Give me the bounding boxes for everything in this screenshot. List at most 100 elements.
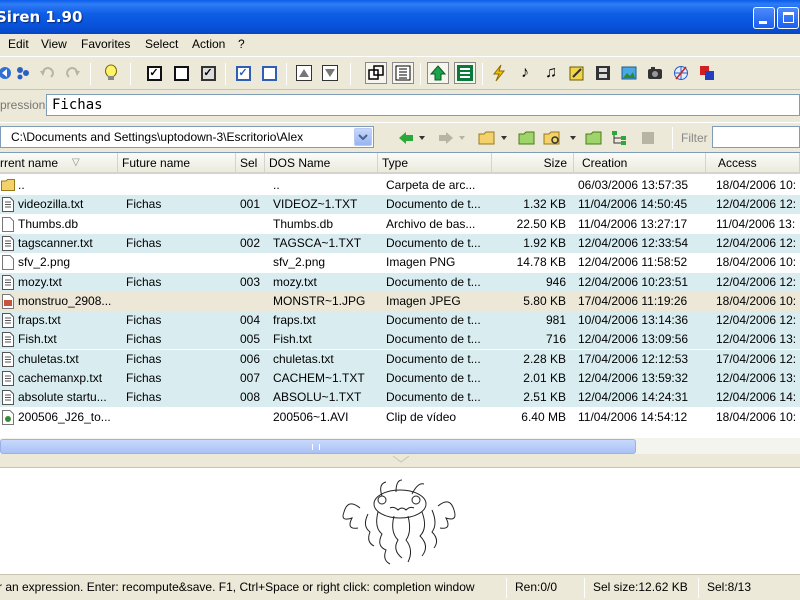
cell-future: Fichas: [126, 197, 162, 212]
lightning-button[interactable]: [488, 62, 510, 84]
cell-current: fraps.txt: [18, 313, 61, 328]
image-button[interactable]: [618, 62, 640, 84]
uncheck-all-button[interactable]: [170, 62, 192, 84]
table-row[interactable]: 200506_J26_to... 200506~1.AVI Clip de víde…: [0, 408, 800, 427]
cell-access: 18/04/2006 10:: [716, 255, 797, 270]
move-up-button[interactable]: [293, 62, 315, 84]
music-notes-button[interactable]: ♫: [540, 62, 562, 84]
toolbar-separator: [225, 63, 226, 85]
music-note-button[interactable]: ♪: [514, 62, 536, 84]
recompute-button[interactable]: [365, 62, 387, 84]
expression-input[interactable]: [46, 94, 800, 116]
table-row[interactable]: videozilla.txt Fichas 001 VIDEOZ~1.TXT Docum…: [0, 195, 800, 215]
maximize-button[interactable]: [777, 7, 799, 29]
film-icon: [596, 66, 610, 80]
nav-back-button[interactable]: [398, 129, 426, 147]
preview-splitter[interactable]: [0, 455, 800, 467]
col-type[interactable]: Type: [378, 153, 492, 174]
scrollbar-thumb[interactable]: [0, 439, 636, 454]
menu-help[interactable]: ?: [238, 37, 245, 51]
table-row[interactable]: mozy.txt Fichas 003 mozy.txt Documento de t.…: [0, 272, 800, 292]
col-current-name[interactable]: rrent name ▽: [0, 153, 118, 174]
table-row[interactable]: sfv_2.png sfv_2.png Imagen PNG 14.78 KB 12/0…: [0, 253, 800, 272]
menu-edit[interactable]: Edit: [8, 37, 29, 51]
list-icon: [457, 65, 473, 81]
move-down-button[interactable]: [319, 62, 341, 84]
camera-button[interactable]: [644, 62, 666, 84]
menu-favorites[interactable]: Favorites: [81, 37, 130, 51]
text-view-button[interactable]: [392, 62, 414, 84]
col-sel[interactable]: Sel: [236, 153, 265, 174]
palette-button[interactable]: [696, 62, 718, 84]
grip-icon: [312, 444, 320, 450]
toolbar: ✓ ✓ ✓ ♪ ♫: [0, 56, 800, 90]
cell-access: 18/04/2006 10:: [716, 178, 797, 192]
path-combobox[interactable]: C:\Documents and Settings\uptodown-3\Esc…: [0, 126, 374, 148]
edit-button[interactable]: [566, 62, 588, 84]
deselect-button[interactable]: [258, 62, 280, 84]
select-checked-button[interactable]: ✓: [232, 62, 254, 84]
film-button[interactable]: [592, 62, 614, 84]
tree-view-button[interactable]: [611, 129, 629, 147]
cell-dos: MONSTR~1.JPG: [273, 293, 366, 308]
cell-future: Fichas: [126, 371, 162, 385]
cell-type: Documento de t...: [386, 371, 481, 385]
favorite-folder-button[interactable]: [518, 129, 536, 147]
recompute-icon: [368, 65, 384, 80]
music-note-icon: ♪: [521, 64, 529, 81]
cell-size: 946: [545, 274, 566, 289]
path-value: C:\Documents and Settings\uptodown-3\Esc…: [11, 130, 304, 144]
title-bar[interactable]: Siren 1.90: [0, 0, 800, 34]
col-access[interactable]: Access: [706, 153, 800, 174]
table-row[interactable]: cachemanxp.txt Fichas 007 CACHEM~1.TXT Docum…: [0, 369, 800, 388]
options-button[interactable]: [12, 62, 34, 84]
table-row[interactable]: .... Carpeta de arc... 06/03/2006 13:57:35…: [0, 176, 800, 195]
col-creation[interactable]: Creation: [574, 153, 706, 174]
cell-access: 17/04/2006 12:: [716, 351, 797, 366]
search-folder-button[interactable]: [543, 129, 577, 147]
table-row[interactable]: fraps.txt Fichas 004 fraps.txt Documento de …: [0, 311, 800, 331]
globe-button[interactable]: [670, 62, 692, 84]
apply-button[interactable]: [427, 62, 449, 84]
list-button[interactable]: [454, 62, 476, 84]
col-future-name[interactable]: Future name: [118, 153, 236, 174]
undo-button[interactable]: [36, 62, 58, 84]
col-dos-name[interactable]: DOS Name: [265, 153, 378, 174]
table-row[interactable]: absolute startu... Fichas 008 ABSOLU~1.TXT D…: [0, 388, 800, 408]
table-row[interactable]: monstruo_2908... MONSTR~1.JPG Imagen JPEG 5…: [0, 291, 800, 311]
cell-size: 716: [545, 332, 566, 347]
menu-view[interactable]: View: [41, 37, 67, 51]
table-row[interactable]: Fish.txt Fichas 005 Fish.txt Documento de t.…: [0, 330, 800, 350]
col-size[interactable]: Size: [492, 153, 574, 174]
horizontal-scrollbar[interactable]: [0, 438, 800, 454]
check-all-button[interactable]: ✓: [143, 62, 165, 84]
text-file-icon: [1, 197, 15, 213]
folder-up-button[interactable]: [478, 129, 508, 147]
menu-action[interactable]: Action: [192, 37, 225, 51]
cell-sel: 001: [240, 197, 261, 212]
status-sel: Sel:8/13: [707, 580, 752, 594]
path-dropdown-button[interactable]: [354, 128, 372, 146]
status-separator: [698, 578, 699, 598]
hint-button[interactable]: [100, 62, 122, 84]
cell-creation: 12/04/2006 13:59:32: [578, 371, 689, 385]
sort-arrow-icon: ▽: [72, 157, 80, 168]
cell-sel: 003: [240, 274, 261, 289]
blank-file-icon: [1, 255, 15, 271]
cell-creation: 12/04/2006 10:23:51: [578, 274, 689, 289]
redo-button[interactable]: [62, 62, 84, 84]
table-row[interactable]: chuletas.txt Fichas 006 chuletas.txt Documen…: [0, 349, 800, 369]
invert-check-button[interactable]: ✓: [197, 62, 219, 84]
new-folder-button[interactable]: [585, 129, 603, 147]
menu-select[interactable]: Select: [145, 37, 178, 51]
minimize-button[interactable]: [753, 7, 775, 29]
cell-dos: TAGSCA~1.TXT: [273, 235, 362, 250]
stop-button[interactable]: [641, 129, 655, 147]
nav-forward-button[interactable]: [438, 129, 466, 147]
table-row[interactable]: Thumbs.db Thumbs.db Archivo de bas... 22.50…: [0, 215, 800, 234]
table-row[interactable]: tagscanner.txt Fichas 002 TAGSCA~1.TXT Docum…: [0, 233, 800, 253]
globe-icon: [674, 66, 688, 80]
filter-input[interactable]: [712, 126, 800, 148]
file-list[interactable]: rrent name ▽ Future name Sel DOS Name Ty…: [0, 152, 800, 454]
cell-access: 12/04/2006 12:: [716, 313, 797, 328]
